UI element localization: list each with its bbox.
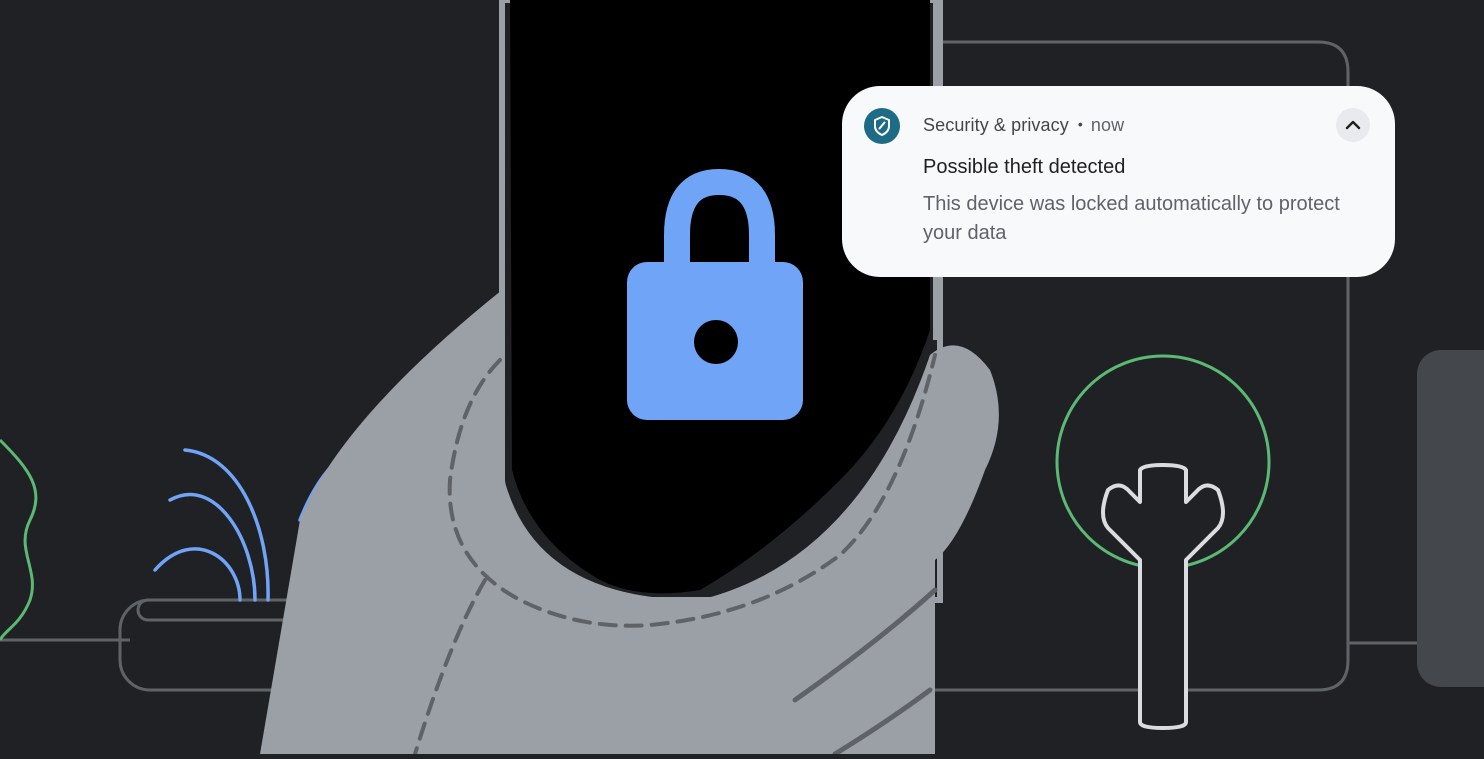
expand-button[interactable] (1336, 108, 1370, 142)
notification-body: This device was locked automatically to … (923, 193, 1340, 244)
notification-header: Security & privacy • now (923, 115, 1124, 136)
notification-title: Possible theft detected (923, 156, 1126, 178)
right-block (1417, 350, 1484, 687)
theft-notification[interactable]: Security & privacy • now Possible theft de… (842, 86, 1395, 277)
green-plant (0, 438, 38, 641)
notification-separator: • (1077, 116, 1083, 132)
notification-time: now (1090, 115, 1125, 135)
notification-app-name: Security & privacy (923, 115, 1069, 135)
shield-icon (864, 108, 900, 144)
chevron-up-icon (1345, 120, 1361, 130)
